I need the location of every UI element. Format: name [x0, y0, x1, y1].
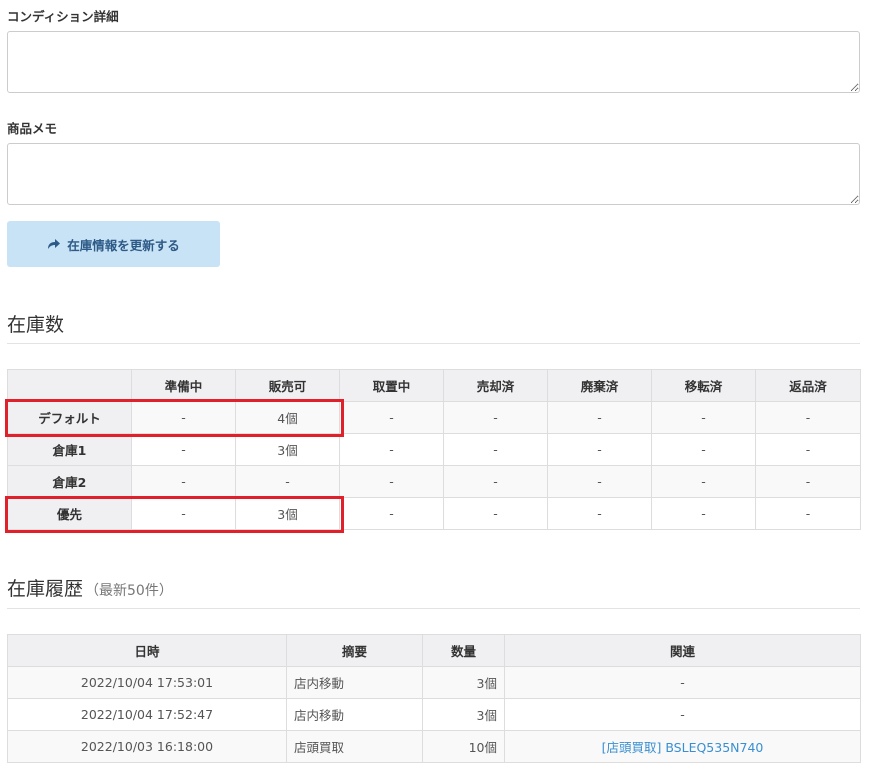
history-col-header: 摘要	[286, 634, 423, 667]
stock-cell: -	[443, 401, 548, 434]
history-related: -	[504, 698, 861, 731]
stock-section-title: 在庫数	[7, 314, 65, 336]
stock-cell: -	[651, 401, 756, 434]
table-row: 2022/10/04 17:52:47 店内移動 3個 -	[7, 698, 861, 731]
stock-cell: -	[755, 465, 861, 498]
stock-cell: -	[339, 401, 444, 434]
stock-cell: -	[131, 497, 236, 530]
history-datetime: 2022/10/03 16:18:00	[7, 730, 287, 763]
history-title-text: 在庫履歴	[7, 578, 84, 600]
stock-table-header: 準備中 販売可 取置中 売却済 廃棄済 移転済 返品済	[7, 369, 861, 402]
stock-cell: -	[131, 433, 236, 466]
history-col-header: 関連	[504, 634, 861, 667]
stock-cell: -	[755, 433, 861, 466]
update-stock-button-label: 在庫情報を更新する	[67, 237, 180, 253]
stock-cell: -	[235, 465, 340, 498]
stock-col-header: 準備中	[131, 369, 236, 402]
stock-cell: -	[339, 433, 444, 466]
update-stock-button[interactable]: 在庫情報を更新する	[7, 221, 220, 267]
share-arrow-icon	[47, 238, 61, 250]
stock-cell: -	[443, 497, 548, 530]
stock-cell: -	[443, 433, 548, 466]
memo-label: 商品メモ	[7, 121, 58, 136]
history-subtitle: （最新50件）	[85, 583, 173, 599]
stock-cell: 3個	[235, 433, 340, 466]
stock-cell: -	[547, 465, 652, 498]
stock-col-header: 移転済	[651, 369, 756, 402]
stock-cell: -	[443, 465, 548, 498]
stock-col-header: 返品済	[755, 369, 861, 402]
stock-cell: -	[651, 465, 756, 498]
stock-cell: -	[547, 433, 652, 466]
stock-col-header: 廃棄済	[547, 369, 652, 402]
history-section-divider	[7, 608, 860, 609]
table-row: 2022/10/03 16:18:00 店頭買取 10個 [店頭買取] BSLE…	[7, 730, 861, 763]
stock-cell: -	[755, 401, 861, 434]
stock-cell: -	[651, 433, 756, 466]
stock-row-name: デフォルト	[7, 401, 132, 434]
stock-row-name: 倉庫2	[7, 465, 132, 498]
history-datetime: 2022/10/04 17:53:01	[7, 666, 287, 699]
history-qty: 3個	[422, 666, 505, 699]
stock-col-header	[7, 369, 132, 402]
condition-textarea[interactable]	[7, 31, 860, 93]
stock-cell: -	[755, 497, 861, 530]
history-col-header: 日時	[7, 634, 287, 667]
stock-cell: -	[547, 401, 652, 434]
history-table: 日時 摘要 数量 関連 2022/10/04 17:53:01 店内移動 3個 …	[7, 634, 861, 763]
memo-textarea[interactable]	[7, 143, 860, 205]
history-qty: 3個	[422, 698, 505, 731]
stock-cell: -	[339, 497, 444, 530]
stock-col-header: 取置中	[339, 369, 444, 402]
stock-cell: -	[547, 497, 652, 530]
stock-row-name: 倉庫1	[7, 433, 132, 466]
stock-cell: -	[131, 465, 236, 498]
stock-section-divider	[7, 343, 860, 344]
stock-cell: 4個	[235, 401, 340, 434]
history-col-header: 数量	[422, 634, 505, 667]
stock-table: 準備中 販売可 取置中 売却済 廃棄済 移転済 返品済 デフォルト - 4個 -…	[7, 369, 861, 530]
stock-cell: -	[651, 497, 756, 530]
table-row: 倉庫2 - - - - - - -	[7, 465, 861, 498]
stock-cell: 3個	[235, 497, 340, 530]
history-summary: 店内移動	[286, 698, 423, 731]
table-row: 2022/10/04 17:53:01 店内移動 3個 -	[7, 666, 861, 699]
stock-cell: -	[339, 465, 444, 498]
history-summary: 店内移動	[286, 666, 423, 699]
history-datetime: 2022/10/04 17:52:47	[7, 698, 287, 731]
history-table-header: 日時 摘要 数量 関連	[7, 634, 861, 667]
history-summary: 店頭買取	[286, 730, 423, 763]
stock-row-name: 優先	[7, 497, 132, 530]
stock-col-header: 販売可	[235, 369, 340, 402]
history-qty: 10個	[422, 730, 505, 763]
stock-col-header: 売却済	[443, 369, 548, 402]
history-related: -	[504, 666, 861, 699]
history-section-title: 在庫履歴 （最新50件）	[7, 574, 173, 601]
table-row: 倉庫1 - 3個 - - - - -	[7, 433, 861, 466]
table-row: デフォルト - 4個 - - - - -	[7, 401, 861, 434]
table-row: 優先 - 3個 - - - - -	[7, 497, 861, 530]
condition-label: コンディション詳細	[7, 9, 119, 24]
stock-cell: -	[131, 401, 236, 434]
history-related-link[interactable]: [店頭買取] BSLEQ535N740	[504, 730, 861, 763]
